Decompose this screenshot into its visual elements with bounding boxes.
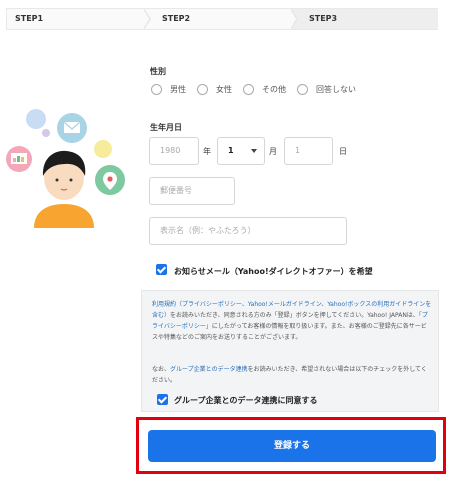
data-sharing-text: なお、: [152, 366, 171, 373]
display-name-input[interactable]: 表示名（例：やふたろう）: [149, 217, 347, 245]
chevron-down-icon: [251, 149, 257, 153]
postal-code-input[interactable]: 郵便番号: [149, 177, 235, 205]
birth-year-input[interactable]: 1980: [149, 137, 199, 165]
radio-no-answer[interactable]: 回答しない: [297, 84, 356, 95]
step-2: STEP2: [144, 8, 298, 30]
data-sharing-paragraph: なお、グループ企業とのデータ連携をお読みいただき、希望されない場合は以下のチェッ…: [152, 364, 432, 386]
bubble-decoration: [26, 109, 46, 129]
day-unit: 日: [339, 147, 347, 156]
radio-label: その他: [262, 85, 286, 94]
newsletter-label: お知らせメール（Yahoo!ダイレクトオファー）を希望: [174, 267, 373, 276]
birthdate-label: 生年月日: [150, 123, 182, 132]
gender-label: 性別: [150, 67, 166, 76]
terms-text: をお読みいただき、同意される方のみ「登録」ボタンを押してください。Yahoo! …: [170, 312, 422, 319]
bubble-decoration: [42, 129, 50, 137]
user-illustration: [6, 109, 125, 228]
radio-circle[interactable]: [151, 84, 162, 95]
group-data-checkbox[interactable]: [157, 394, 168, 405]
bubble-decoration: [94, 140, 112, 158]
group-data-link[interactable]: グループ企業とのデータ連携: [170, 366, 248, 373]
step-3-label: STEP3: [309, 14, 338, 23]
year-unit: 年: [203, 147, 211, 156]
birth-day-input[interactable]: 1: [284, 137, 333, 165]
step-1: STEP1: [6, 8, 151, 30]
radio-male[interactable]: 男性: [151, 84, 186, 95]
step-3: STEP3: [291, 8, 438, 30]
radio-circle[interactable]: [297, 84, 308, 95]
step-indicator: STEP1 STEP2 STEP3: [6, 8, 438, 30]
register-button[interactable]: 登録する: [148, 430, 436, 462]
group-data-label: グループ企業とのデータ連携に同意する: [174, 396, 318, 405]
terms-paragraph: 利用規約（プライバシーポリシー、Yahoo!メールガイドライン、Yahoo!ボッ…: [152, 299, 432, 343]
radio-circle[interactable]: [243, 84, 254, 95]
birth-month-select[interactable]: 1: [217, 137, 265, 165]
avatar-body: [34, 204, 94, 228]
step-separator: [290, 8, 298, 30]
step-2-label: STEP2: [162, 14, 191, 23]
step-1-label: STEP1: [15, 14, 44, 23]
newsletter-checkbox[interactable]: [156, 264, 167, 275]
radio-female[interactable]: 女性: [197, 84, 232, 95]
radio-label: 男性: [170, 85, 186, 94]
month-unit: 月: [269, 147, 277, 156]
birth-month-value: 1: [228, 146, 234, 155]
radio-label: 回答しない: [316, 85, 356, 94]
radio-label: 女性: [216, 85, 232, 94]
gender-radio-group: 男性 女性 その他 回答しない: [151, 84, 367, 95]
radio-other[interactable]: その他: [243, 84, 286, 95]
radio-circle[interactable]: [197, 84, 208, 95]
terms-box: 利用規約（プライバシーポリシー、Yahoo!メールガイドライン、Yahoo!ボッ…: [141, 290, 439, 412]
step-separator: [143, 8, 151, 30]
